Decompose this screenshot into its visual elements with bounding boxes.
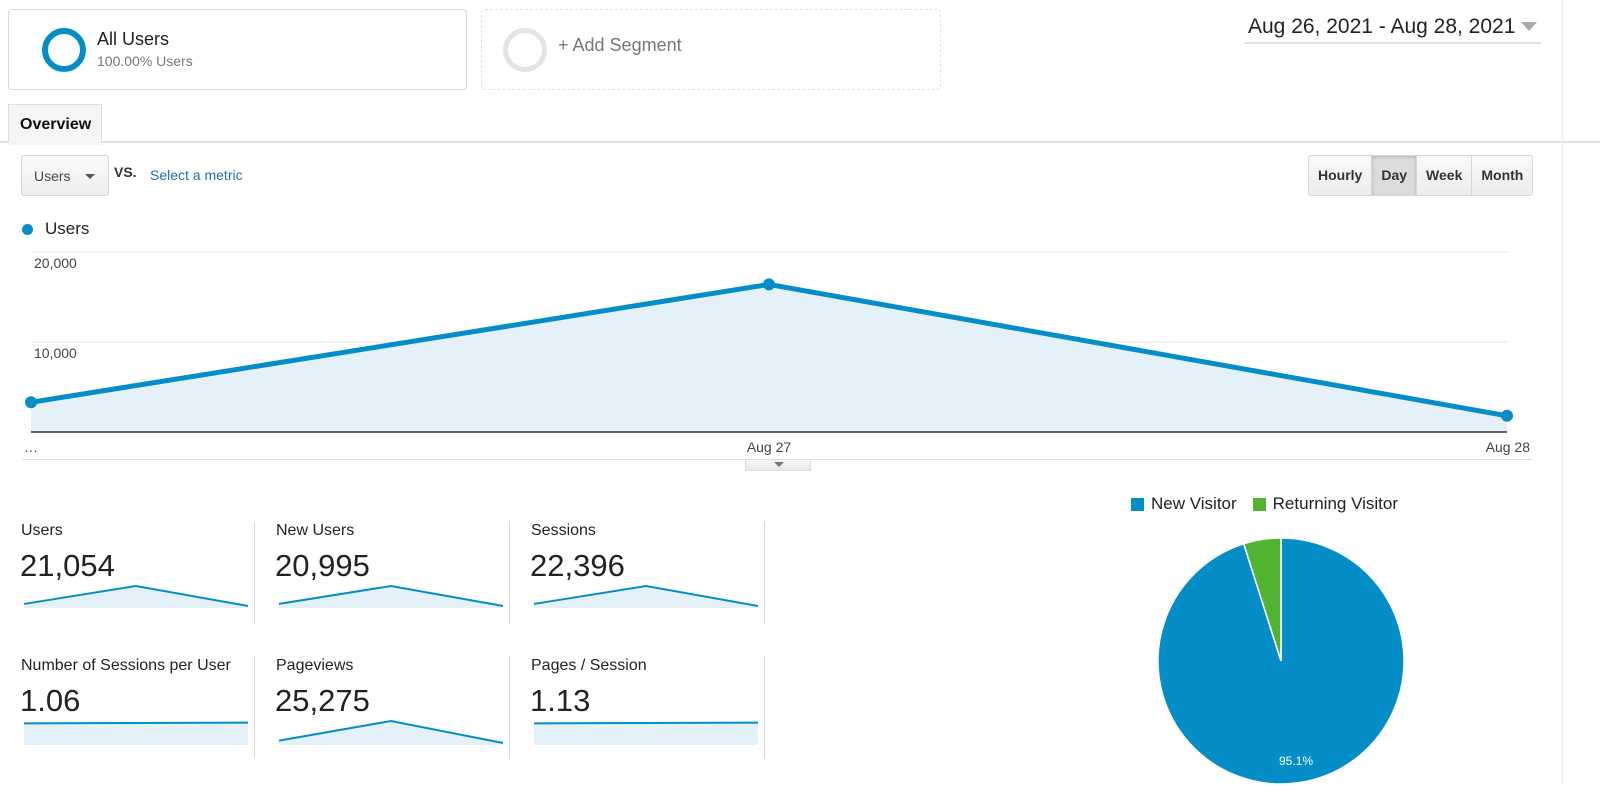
data-point[interactable] xyxy=(1501,409,1513,422)
segment-all-users[interactable]: All Users 100.00% Users xyxy=(8,9,467,90)
sparkline xyxy=(533,584,759,608)
stat-value: 20,995 xyxy=(275,548,370,583)
stat-value: 25,275 xyxy=(275,683,370,718)
stat-value: 1.13 xyxy=(530,683,591,718)
chevron-down-icon xyxy=(1521,22,1537,31)
stat-label: Users xyxy=(21,522,63,539)
legend-swatch-icon xyxy=(1252,497,1266,511)
empty-segment-ring-icon xyxy=(503,28,547,72)
add-segment-button[interactable]: + Add Segment xyxy=(481,9,941,90)
sparkline xyxy=(533,721,759,745)
hourly-button[interactable]: Hourly xyxy=(1309,156,1373,195)
segment-ring-icon xyxy=(42,28,86,72)
granularity-button-group: Hourly Day Week Month xyxy=(1308,155,1534,196)
select-metric-link[interactable]: Select a metric xyxy=(150,167,243,183)
sparkline xyxy=(23,721,249,745)
stat-sessions-per-user: Number of Sessions per User 1.06 xyxy=(0,656,255,759)
legend-dot-icon xyxy=(22,223,33,235)
segment-title: All Users xyxy=(97,29,170,49)
metric-select-value: Users xyxy=(34,168,71,184)
legend-item-new-visitor[interactable]: New Visitor xyxy=(1131,494,1237,514)
stat-label: Sessions xyxy=(531,522,596,539)
scrollbar-track xyxy=(1562,0,1563,785)
pie-legend: New Visitor Returning Visitor xyxy=(1131,494,1414,514)
sparkline-line xyxy=(533,721,759,725)
stat-label: Number of Sessions per User xyxy=(21,657,231,674)
legend-swatch-icon xyxy=(1131,497,1144,511)
tab-active-indicator xyxy=(9,142,101,145)
stat-value: 1.06 xyxy=(20,683,81,718)
users-line-chart: 10,000 20,000 … Aug 27 Aug 28 xyxy=(24,251,1531,455)
legend-item-returning-visitor[interactable]: Returning Visitor xyxy=(1252,494,1399,514)
stat-label: Pages / Session xyxy=(531,657,647,674)
sparkline-fill xyxy=(24,722,248,745)
pie-data-label: 95.1% xyxy=(1279,754,1313,768)
month-button[interactable]: Month xyxy=(1472,156,1533,195)
stat-new-users: New Users 20,995 xyxy=(255,521,510,624)
legend-label: Users xyxy=(45,219,90,238)
vs-label: VS. xyxy=(114,164,137,180)
stat-users: Users 21,054 xyxy=(0,521,255,624)
add-segment-label: + Add Segment xyxy=(558,35,682,55)
date-range-picker[interactable]: Aug 26, 2021 - Aug 28, 2021 xyxy=(1244,10,1541,44)
sparkline-fill xyxy=(24,586,248,608)
x-tick-label: … xyxy=(24,439,38,455)
date-range-label: Aug 26, 2021 - Aug 28, 2021 xyxy=(1248,15,1516,38)
y-tick-label: 10,000 xyxy=(34,345,77,361)
sparkline-fill xyxy=(534,722,758,745)
segment-subtitle: 100.00% Users xyxy=(97,53,193,69)
caret-down-icon xyxy=(774,462,784,467)
tab-overview[interactable]: Overview xyxy=(8,104,102,145)
collapse-chart-toggle[interactable] xyxy=(745,460,811,471)
data-point[interactable] xyxy=(25,396,37,409)
tab-overview-label: Overview xyxy=(20,116,92,133)
stat-label: New Users xyxy=(276,522,355,539)
stat-pageviews: Pageviews 25,275 xyxy=(255,656,510,759)
x-tick-label: Aug 27 xyxy=(747,439,792,455)
tab-strip-divider xyxy=(0,141,1600,143)
y-tick-label: 20,000 xyxy=(34,255,77,271)
sparkline xyxy=(23,584,249,608)
stat-pages-per-session: Pages / Session 1.13 xyxy=(510,656,765,759)
chart-legend: Users xyxy=(22,219,89,239)
stat-label: Pageviews xyxy=(276,657,354,674)
sparkline xyxy=(278,719,504,745)
sparkline-fill xyxy=(279,721,503,745)
metric-select[interactable]: Users xyxy=(21,155,109,196)
stat-value: 21,054 xyxy=(20,548,115,583)
stat-sessions: Sessions 22,396 xyxy=(510,521,765,624)
visitor-pie-chart: 95.1% xyxy=(1157,537,1405,785)
sparkline-fill xyxy=(534,586,758,608)
area-fill xyxy=(31,284,1507,432)
sparkline-line xyxy=(23,721,249,725)
legend-label: New Visitor xyxy=(1151,494,1237,513)
legend-label: Returning Visitor xyxy=(1272,494,1399,513)
stat-value: 22,396 xyxy=(530,548,625,583)
x-tick-label: Aug 28 xyxy=(1486,439,1531,455)
day-button[interactable]: Day xyxy=(1372,156,1418,195)
week-button[interactable]: Week xyxy=(1417,156,1473,195)
sparkline xyxy=(278,584,504,608)
sparkline-fill xyxy=(279,586,503,608)
data-point[interactable] xyxy=(763,278,775,291)
caret-down-icon xyxy=(85,174,95,179)
